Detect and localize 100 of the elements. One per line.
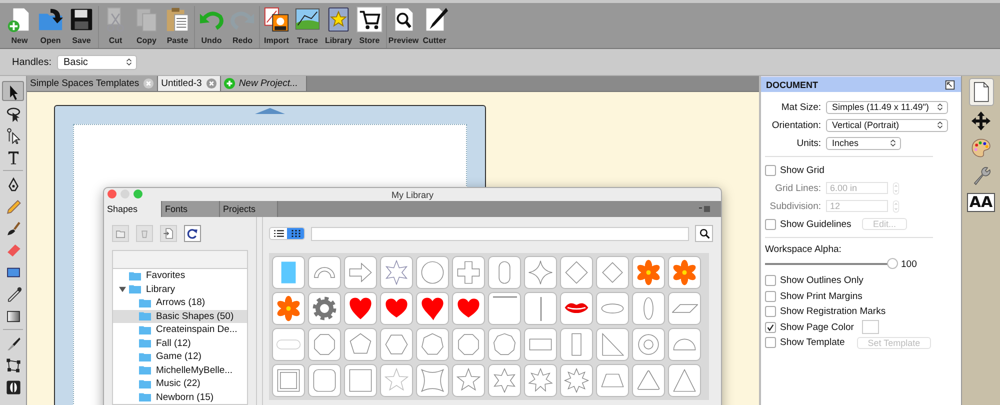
dropdown[interactable]: Vertical (Portrait) (826, 118, 948, 132)
tree-item[interactable]: Fall (12) (113, 336, 247, 350)
dropdown[interactable]: Inches (826, 136, 901, 150)
refresh-button[interactable] (184, 225, 201, 242)
checkbox[interactable] (765, 306, 776, 318)
shape-tile[interactable] (632, 364, 665, 397)
color-swatch[interactable] (862, 320, 879, 334)
shape-tile[interactable] (596, 364, 629, 397)
checkbox[interactable] (765, 337, 776, 348)
shape-tile[interactable] (308, 256, 341, 289)
toolbar-button[interactable]: Cutter (419, 3, 450, 45)
shape-tile[interactable] (452, 328, 485, 361)
tree-item[interactable]: Library (113, 282, 247, 296)
shape-tile[interactable] (308, 292, 341, 325)
toolbar-button[interactable]: Library (323, 3, 354, 45)
shape-tile[interactable] (596, 292, 629, 325)
tree-item[interactable]: MichelleMyBelle... (113, 364, 247, 377)
shape-tile[interactable] (560, 292, 593, 325)
tree-item[interactable]: Createinspain De... (113, 323, 247, 336)
shape-tile[interactable] (344, 292, 377, 325)
slider-thumb[interactable] (887, 258, 898, 269)
checkbox[interactable] (765, 322, 776, 333)
toolbar-button[interactable]: Preview (388, 3, 419, 45)
shape-tile[interactable] (560, 328, 593, 361)
shape-tile[interactable] (668, 328, 701, 361)
tree-item[interactable]: Favorites (113, 269, 247, 282)
new-folder-button[interactable] (112, 225, 129, 242)
shape-tile[interactable] (452, 256, 485, 289)
shape-tile[interactable] (380, 256, 413, 289)
tool-button[interactable] (2, 81, 24, 101)
shape-tile[interactable] (308, 328, 341, 361)
close-icon[interactable] (206, 78, 217, 89)
shape-tile[interactable] (632, 292, 665, 325)
library-tab[interactable]: Fonts (162, 201, 220, 217)
tree-item[interactable]: Arrows (18) (113, 296, 247, 310)
shape-tile[interactable] (560, 364, 593, 397)
shape-tile[interactable] (488, 364, 521, 397)
tree-item[interactable]: Newborn (15) (113, 390, 247, 404)
shape-tile[interactable] (380, 364, 413, 397)
shape-tile[interactable] (272, 292, 305, 325)
stepper-icon[interactable] (893, 182, 899, 194)
shape-tile[interactable] (416, 256, 449, 289)
shape-tile[interactable] (380, 328, 413, 361)
panel-tab[interactable]: AA (969, 190, 993, 214)
shape-tile[interactable] (668, 364, 701, 397)
shape-tile[interactable] (308, 364, 341, 397)
menu-icon[interactable] (699, 205, 711, 213)
shape-tile[interactable] (272, 364, 305, 397)
checkbox[interactable] (765, 275, 776, 286)
tree-item[interactable]: Music (22) (113, 377, 247, 390)
shape-tile[interactable] (596, 256, 629, 289)
shape-tile[interactable] (272, 256, 305, 289)
library-tab[interactable]: Projects (220, 201, 278, 217)
checkbox[interactable] (765, 290, 776, 302)
shape-tile[interactable] (596, 328, 629, 361)
stepper-icon[interactable] (893, 200, 899, 212)
shape-tile[interactable] (488, 328, 521, 361)
import-button[interactable] (160, 225, 177, 242)
checkbox[interactable] (765, 218, 776, 230)
shape-tile[interactable] (272, 328, 305, 361)
shape-tile[interactable] (632, 328, 665, 361)
shape-tile[interactable] (524, 364, 557, 397)
shape-tile[interactable] (632, 256, 665, 289)
shape-tile[interactable] (668, 256, 701, 289)
dropdown[interactable]: Simples (11.49 x 11.49") (826, 100, 948, 114)
shape-tile[interactable] (488, 256, 521, 289)
shape-tile[interactable] (344, 364, 377, 397)
disclosure-triangle-icon[interactable] (119, 286, 126, 293)
shape-tile[interactable] (416, 364, 449, 397)
detach-icon[interactable] (945, 80, 955, 90)
panel-tab[interactable] (969, 109, 993, 133)
search-button[interactable] (695, 225, 713, 242)
library-tab[interactable]: Shapes (104, 201, 162, 217)
shape-tile[interactable] (524, 292, 557, 325)
shape-tile[interactable] (668, 292, 701, 325)
tree-item[interactable]: Game (12) (113, 350, 247, 364)
document-tab[interactable]: Untitled-3 (158, 76, 221, 91)
shape-tile[interactable] (452, 364, 485, 397)
panel-tab[interactable] (968, 78, 994, 106)
search-field[interactable] (311, 226, 689, 240)
toolbar-button[interactable]: New (4, 3, 35, 45)
document-tab[interactable]: New Project... (220, 76, 307, 91)
shape-tile[interactable] (524, 256, 557, 289)
document-tab[interactable]: Simple Spaces Templates (27, 76, 158, 91)
close-icon[interactable] (143, 78, 154, 89)
toolbar-button[interactable]: Store (354, 3, 385, 45)
shape-tile[interactable] (488, 292, 521, 325)
shape-tile[interactable] (380, 292, 413, 325)
shape-tile[interactable] (452, 292, 485, 325)
toolbar-button[interactable]: Paste (162, 3, 193, 45)
shape-tile[interactable] (416, 328, 449, 361)
delete-button[interactable] (136, 225, 153, 242)
toolbar-button[interactable]: Trace (292, 3, 323, 45)
handles-select[interactable]: Basic (57, 54, 138, 70)
toolbar-button[interactable]: Open (35, 3, 66, 45)
view-toggle[interactable] (287, 228, 304, 239)
toolbar-button[interactable]: Import (261, 3, 292, 45)
tree-item[interactable]: Basic Shapes (50) (113, 310, 247, 323)
shape-tile[interactable] (344, 256, 377, 289)
shape-tile[interactable] (560, 256, 593, 289)
